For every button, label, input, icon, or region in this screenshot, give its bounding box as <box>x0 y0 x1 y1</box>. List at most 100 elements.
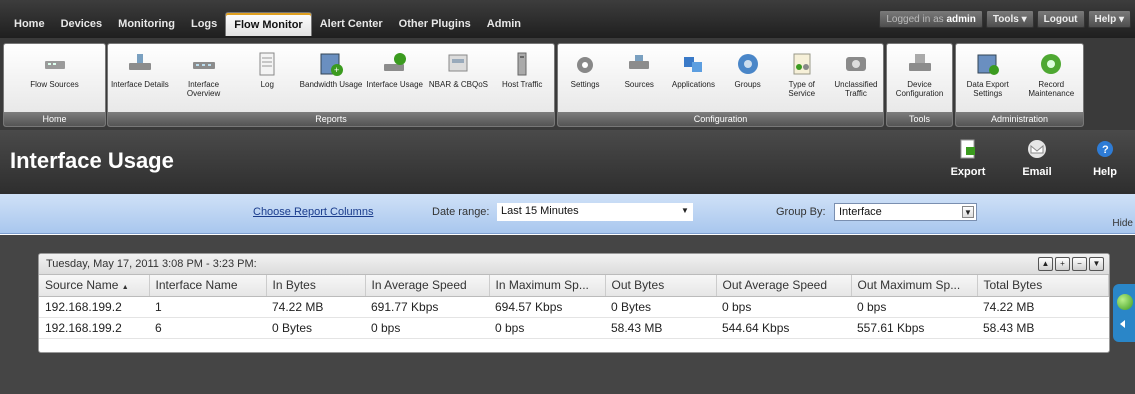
interface-usage-table: Source Name ▲ Interface Name In Bytes In… <box>39 275 1109 339</box>
chevron-down-icon: ▼ <box>962 206 974 218</box>
svg-text:+: + <box>334 65 339 75</box>
tab-monitoring[interactable]: Monitoring <box>110 18 183 36</box>
interface-usage-icon <box>380 50 410 78</box>
cell-in-bytes: 0 Bytes <box>266 317 365 339</box>
ribbon-item-interface-details[interactable]: Interface Details <box>108 44 172 114</box>
ribbon-item-label: Flow Sources <box>30 80 79 89</box>
cell-out-average-speed: 0 bps <box>716 296 851 318</box>
choose-report-columns-link[interactable]: Choose Report Columns <box>253 206 373 218</box>
help-icon: ? <box>1080 138 1130 160</box>
ribbon-item-bandwidth-usage[interactable]: + Bandwidth Usage <box>299 44 363 114</box>
ribbon-item-label: Interface Overview <box>186 80 221 98</box>
group-by-value: Interface <box>839 206 882 218</box>
zoom-in-icon[interactable]: + <box>1055 257 1070 271</box>
table-row[interactable]: 192.168.199.2 1 74.22 MB 691.77 Kbps 694… <box>39 296 1109 318</box>
ribbon-group-label: Configuration <box>558 112 883 126</box>
interface-details-icon <box>125 50 155 78</box>
ribbon-item-label: Type of Service <box>788 80 816 98</box>
collapse-up-icon[interactable]: ▲ <box>1038 257 1053 271</box>
zoom-out-icon[interactable]: − <box>1072 257 1087 271</box>
column-header-source-name[interactable]: Source Name ▲ <box>39 275 150 297</box>
tab-flow-monitor[interactable]: Flow Monitor <box>225 12 312 36</box>
interface-overview-icon <box>189 50 219 78</box>
tab-home[interactable]: Home <box>6 18 53 36</box>
group-by-select[interactable]: Interface ▼ <box>834 203 977 221</box>
settings-icon <box>570 50 600 78</box>
ribbon-item-interface-usage[interactable]: Interface Usage <box>363 44 427 114</box>
report-panel: Tuesday, May 17, 2011 3:08 PM - 3:23 PM:… <box>38 253 1110 353</box>
help-label: Help <box>1094 14 1117 25</box>
column-header-total-bytes[interactable]: Total Bytes <box>977 275 1109 297</box>
groups-icon <box>733 50 763 78</box>
column-header-interface-name[interactable]: Interface Name <box>149 275 267 297</box>
ribbon-item-label: Bandwidth Usage <box>299 80 363 89</box>
ribbon-item-nbar-cbqos[interactable]: NBAR & CBQoS <box>427 44 491 114</box>
table-row[interactable]: 192.168.199.2 6 0 Bytes 0 bps 0 bps 58.4… <box>39 317 1109 339</box>
cell-out-bytes: 0 Bytes <box>605 296 716 318</box>
ribbon-item-host-traffic[interactable]: Host Traffic <box>490 44 554 114</box>
ribbon-group-label: Administration <box>956 112 1083 126</box>
ribbon-item-type-of-service[interactable]: Type of Service <box>775 44 829 114</box>
group-by-label: Group By: <box>776 206 826 218</box>
ribbon-item-applications[interactable]: Applications <box>666 44 720 114</box>
device-configuration-icon <box>905 50 935 78</box>
ribbon-item-interface-overview[interactable]: Interface Overview <box>172 44 236 114</box>
page-header: Interface Usage Export Email ? Help <box>0 130 1135 194</box>
tab-admin[interactable]: Admin <box>479 18 529 36</box>
tools-menu-button[interactable]: Tools ▾ <box>985 10 1034 28</box>
ribbon-item-label: Applications <box>671 80 715 89</box>
ribbon-group-administration: Data Export Settings Record Maintenance … <box>955 43 1084 127</box>
help-button[interactable]: ? Help <box>1080 138 1130 178</box>
ribbon-item-label: Groups <box>734 80 761 89</box>
hide-filters-link[interactable]: Hide <box>1112 218 1133 229</box>
column-header-out-average-speed[interactable]: Out Average Speed <box>716 275 852 297</box>
ribbon-item-label: NBAR & CBQoS <box>428 80 489 89</box>
panel-menu-icon[interactable]: ▼ <box>1089 257 1104 271</box>
ribbon-item-log[interactable]: Log <box>235 44 299 114</box>
export-label: Export <box>950 166 986 178</box>
column-header-out-maximum-speed[interactable]: Out Maximum Sp... <box>851 275 978 297</box>
cell-in-bytes: 74.22 MB <box>266 296 365 318</box>
ribbon-item-groups[interactable]: Groups <box>721 44 775 114</box>
column-header-in-maximum-speed[interactable]: In Maximum Sp... <box>489 275 606 297</box>
tab-devices[interactable]: Devices <box>53 18 111 36</box>
export-icon <box>943 138 993 160</box>
date-range-label: Date range: <box>432 206 490 218</box>
ribbon-group-label: Reports <box>108 112 554 126</box>
nbar-cbqos-icon <box>443 50 473 78</box>
expand-left-icon <box>1120 320 1125 328</box>
ribbon-item-label: Device Configuration <box>895 80 944 98</box>
ribbon-item-data-export-settings[interactable]: Data Export Settings <box>956 44 1020 114</box>
ribbon-item-flow-sources[interactable]: Flow Sources <box>4 44 105 114</box>
cell-total-bytes: 58.43 MB <box>977 317 1109 339</box>
bandwidth-usage-icon: + <box>316 50 346 78</box>
ribbon-item-device-configuration[interactable]: Device Configuration <box>887 44 952 114</box>
chevron-down-icon: ▼ <box>681 206 689 215</box>
side-panel-toggle[interactable] <box>1113 284 1135 342</box>
ribbon-item-settings[interactable]: Settings <box>558 44 612 114</box>
column-header-out-bytes[interactable]: Out Bytes <box>605 275 717 297</box>
help-menu-button[interactable]: Help ▾ <box>1087 10 1131 28</box>
logout-button[interactable]: Logout <box>1036 10 1085 28</box>
top-navigation-bar: Home Devices Monitoring Logs Flow Monito… <box>0 0 1135 38</box>
status-orb-icon <box>1117 294 1133 310</box>
applications-icon <box>678 50 708 78</box>
ribbon-item-record-maintenance[interactable]: Record Maintenance <box>1020 44 1084 114</box>
cell-source-name: 192.168.199.2 <box>39 317 149 339</box>
ribbon-item-unclassified-traffic[interactable]: Unclassified Traffic <box>829 44 883 114</box>
tab-alert-center[interactable]: Alert Center <box>312 18 391 36</box>
date-range-select[interactable]: Last 15 Minutes ▼ <box>497 203 693 221</box>
tab-other-plugins[interactable]: Other Plugins <box>391 18 479 36</box>
export-button[interactable]: Export <box>943 138 993 178</box>
ribbon-item-label: Record Maintenance <box>1028 80 1075 98</box>
tab-logs[interactable]: Logs <box>183 18 225 36</box>
column-header-in-average-speed[interactable]: In Average Speed <box>365 275 490 297</box>
report-filter-bar: Choose Report Columns Date range: Last 1… <box>0 194 1135 234</box>
sources-icon <box>624 50 654 78</box>
ribbon-item-sources[interactable]: Sources <box>612 44 666 114</box>
column-header-in-bytes[interactable]: In Bytes <box>266 275 366 297</box>
user-controls: Logged in as admin Tools ▾ Logout Help ▾ <box>879 10 1131 28</box>
email-button[interactable]: Email <box>1012 138 1062 178</box>
flow-sources-icon <box>40 50 70 78</box>
ribbon-item-label: Sources <box>624 80 654 89</box>
